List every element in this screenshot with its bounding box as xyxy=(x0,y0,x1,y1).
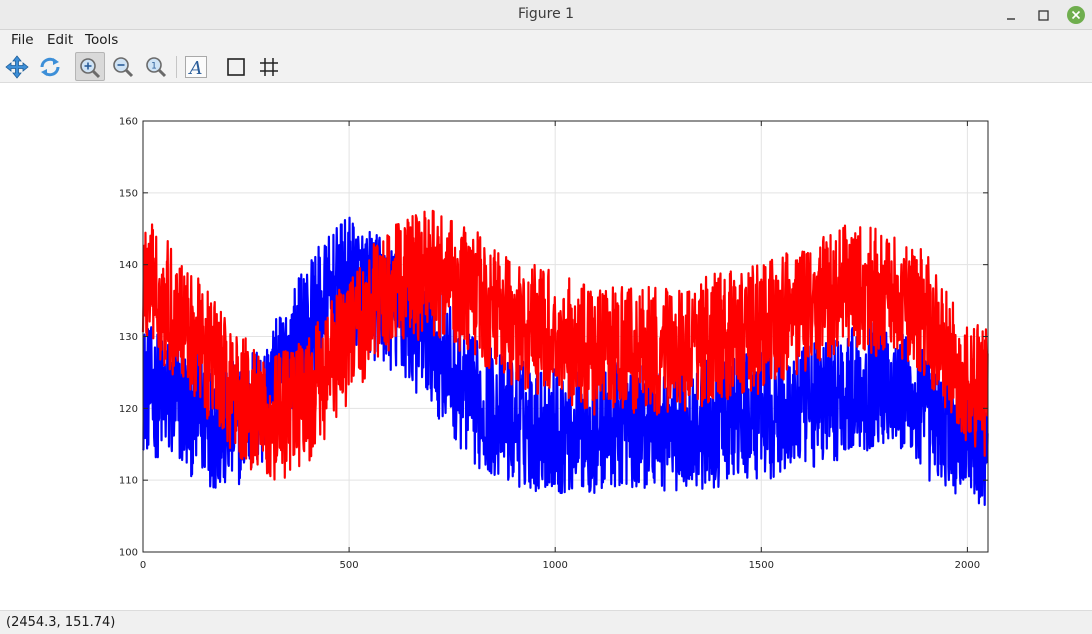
window-title: Figure 1 xyxy=(517,6,575,22)
y-tick-label: 120 xyxy=(119,404,138,415)
zoom-reset-icon: 1 xyxy=(146,57,167,78)
menu-tools[interactable]: Tools xyxy=(85,32,118,48)
toolbar: 1 A xyxy=(0,51,1092,83)
insert-text-icon: A xyxy=(185,56,207,79)
rotate-button[interactable] xyxy=(35,52,65,81)
y-tick-label: 150 xyxy=(119,188,138,199)
zoom-out-icon xyxy=(113,57,134,78)
zoom-in-icon xyxy=(80,58,101,79)
plot-series xyxy=(141,209,989,506)
zoom-out-button[interactable] xyxy=(108,52,138,81)
zoom-reset-button[interactable]: 1 xyxy=(141,52,171,81)
toolbar-separator xyxy=(176,56,177,78)
rotate-icon xyxy=(40,57,60,77)
menu-file[interactable]: File xyxy=(11,32,34,48)
menu-edit[interactable]: Edit xyxy=(47,32,73,48)
window-titlebar: Figure 1 xyxy=(0,0,1092,30)
y-tick-label: 130 xyxy=(119,332,138,343)
y-tick-label: 110 xyxy=(119,476,138,487)
x-tick-label: 0 xyxy=(140,560,146,571)
minimize-button[interactable] xyxy=(1001,5,1021,25)
pan-button[interactable] xyxy=(2,52,32,81)
svg-text:1: 1 xyxy=(151,62,157,72)
y-tick-label: 140 xyxy=(119,260,138,271)
x-tick-label: 1500 xyxy=(749,560,774,571)
minimize-icon xyxy=(1007,18,1015,20)
close-icon xyxy=(1067,6,1085,24)
toggle-box-icon xyxy=(227,58,245,76)
toggle-grid-button[interactable] xyxy=(254,52,284,81)
toggle-box-button[interactable] xyxy=(221,52,251,81)
insert-text-button[interactable]: A xyxy=(181,52,211,81)
pan-icon xyxy=(5,55,29,79)
status-bar: (2454.3, 151.74) xyxy=(0,610,1092,634)
menu-bar: File Edit Tools xyxy=(0,30,1092,51)
close-button[interactable] xyxy=(1066,5,1086,25)
toggle-grid-icon xyxy=(260,58,278,76)
y-tick-label: 100 xyxy=(119,548,138,559)
line-plot[interactable]: 0 500 1000 1500 2000 100 110 120 130 140 150 160 xyxy=(0,83,1092,610)
x-tick-label: 500 xyxy=(340,560,359,571)
y-tick-label: 160 xyxy=(119,117,138,128)
figure-canvas[interactable]: 0 500 1000 1500 2000 100 110 120 130 140 150 160 xyxy=(0,83,1092,610)
zoom-in-button[interactable] xyxy=(75,52,105,81)
svg-text:A: A xyxy=(188,58,203,79)
maximize-button[interactable] xyxy=(1033,5,1053,25)
x-tick-label: 1000 xyxy=(542,560,567,571)
x-tick-label: 2000 xyxy=(955,560,980,571)
maximize-icon xyxy=(1038,10,1049,21)
cursor-coordinates: (2454.3, 151.74) xyxy=(6,615,116,630)
